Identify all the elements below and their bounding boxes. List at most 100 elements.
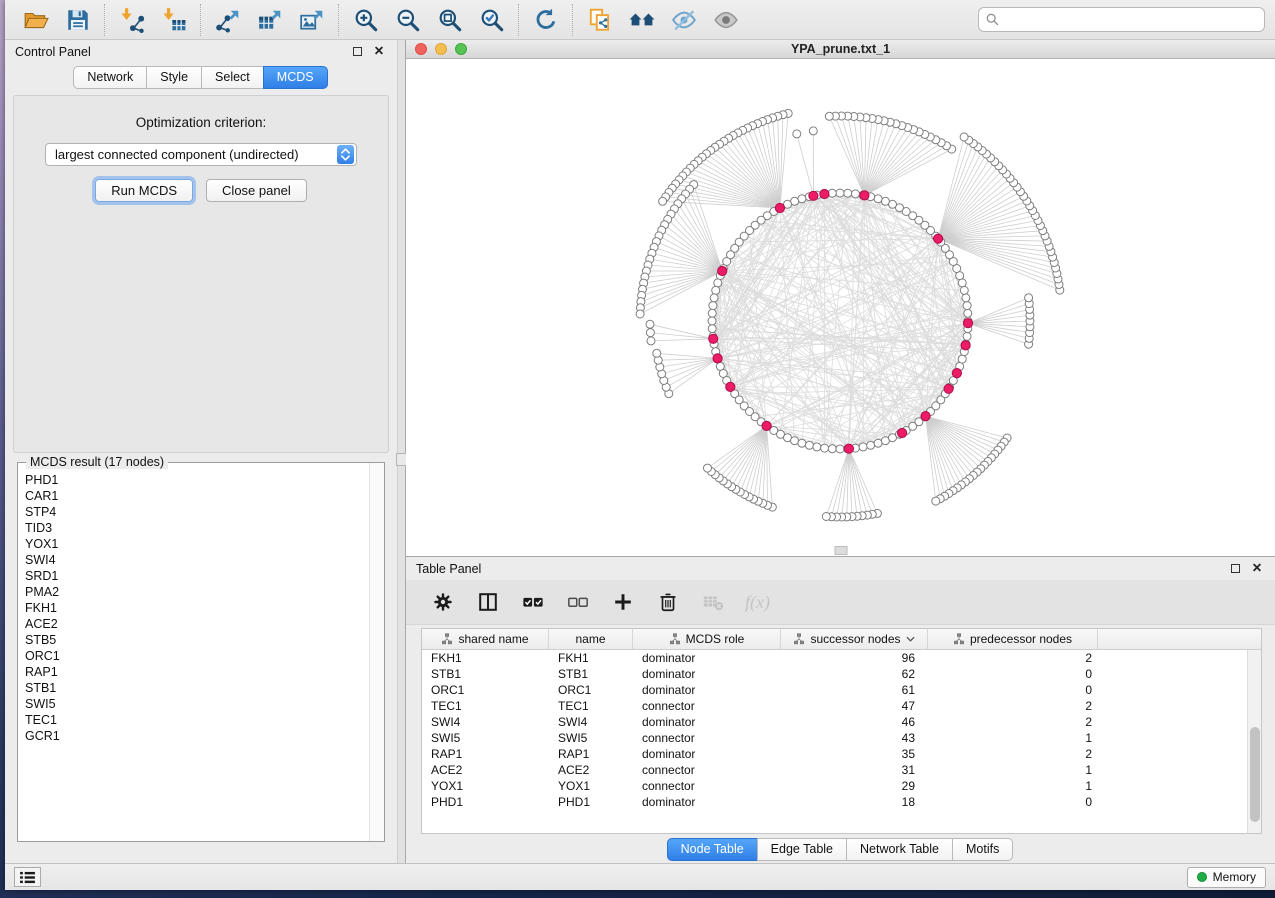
mcds-dominator-node[interactable] xyxy=(952,369,961,378)
tab-network-table[interactable]: Network Table xyxy=(846,838,953,861)
mcds-dominator-node[interactable] xyxy=(963,319,972,328)
table-row[interactable]: PHD1PHD1dominator180 xyxy=(422,794,1261,810)
result-node-item[interactable]: TID3 xyxy=(25,520,369,536)
leaf-node[interactable] xyxy=(659,197,667,205)
leaf-node[interactable] xyxy=(636,310,644,318)
table-row[interactable]: TEC1TEC1connector472 xyxy=(422,698,1261,714)
hide-selected-icon[interactable] xyxy=(670,6,697,33)
show-panels-button[interactable] xyxy=(14,867,41,887)
import-table-icon[interactable] xyxy=(160,6,187,33)
column-header-successor-nodes[interactable]: successor nodes xyxy=(781,629,928,649)
network-node[interactable] xyxy=(828,189,836,197)
table-row[interactable]: SWI4SWI4dominator462 xyxy=(422,714,1261,730)
column-header-shared-name[interactable]: shared name xyxy=(422,629,549,649)
refresh-view-icon[interactable] xyxy=(532,6,559,33)
close-window-icon[interactable] xyxy=(415,43,427,55)
column-header-predecessor-nodes[interactable]: predecessor nodes xyxy=(928,629,1098,649)
result-node-item[interactable]: ORC1 xyxy=(25,648,369,664)
tab-edge-table[interactable]: Edge Table xyxy=(757,838,847,861)
vertical-splitter[interactable] xyxy=(397,40,406,863)
leaf-node[interactable] xyxy=(822,513,830,521)
maximize-window-icon[interactable] xyxy=(455,43,467,55)
network-node[interactable] xyxy=(836,445,844,453)
mcds-result-list[interactable]: PHD1CAR1STP4TID3YOX1SWI4SRD1PMA2FKH1ACE2… xyxy=(18,463,369,841)
tab-node-table[interactable]: Node Table xyxy=(667,838,758,861)
mcds-dominator-node[interactable] xyxy=(820,189,829,198)
network-node[interactable] xyxy=(708,309,716,317)
network-node[interactable] xyxy=(708,317,716,325)
mcds-dominator-node[interactable] xyxy=(934,234,943,243)
leaf-node[interactable] xyxy=(825,112,833,120)
result-node-item[interactable]: SRD1 xyxy=(25,568,369,584)
network-node[interactable] xyxy=(958,279,966,287)
result-node-item[interactable]: PHD1 xyxy=(25,472,369,488)
result-node-item[interactable]: STP4 xyxy=(25,504,369,520)
table-scrollbar-thumb[interactable] xyxy=(1250,727,1260,822)
tab-mcds[interactable]: MCDS xyxy=(263,66,328,89)
network-window-titlebar[interactable]: YPA_prune.txt_1 xyxy=(406,40,1275,59)
network-node[interactable] xyxy=(710,294,718,302)
mcds-dominator-node[interactable] xyxy=(860,191,869,200)
leaf-node[interactable] xyxy=(793,130,801,138)
mcds-dominator-node[interactable] xyxy=(762,421,771,430)
network-node[interactable] xyxy=(964,309,972,317)
result-node-item[interactable]: SWI5 xyxy=(25,696,369,712)
network-node[interactable] xyxy=(712,286,720,294)
mcds-dominator-node[interactable] xyxy=(961,341,970,350)
network-node[interactable] xyxy=(844,189,852,197)
network-node[interactable] xyxy=(714,279,722,287)
search-input[interactable] xyxy=(1004,13,1257,27)
close-panel-button[interactable]: Close panel xyxy=(206,179,307,202)
network-node[interactable] xyxy=(709,302,717,310)
select-all-checks-icon[interactable] xyxy=(520,589,546,615)
leaf-node[interactable] xyxy=(646,320,654,328)
export-image-icon[interactable] xyxy=(298,6,325,33)
table-row[interactable]: RAP1RAP1dominator352 xyxy=(422,746,1261,762)
result-node-item[interactable]: YOX1 xyxy=(25,536,369,552)
result-node-item[interactable]: STB1 xyxy=(25,680,369,696)
zoom-fit-icon[interactable] xyxy=(436,6,463,33)
result-node-item[interactable]: SWI4 xyxy=(25,552,369,568)
network-node[interactable] xyxy=(791,437,799,445)
network-node[interactable] xyxy=(881,197,889,205)
column-layout-icon[interactable] xyxy=(475,589,501,615)
mcds-dominator-node[interactable] xyxy=(775,203,784,212)
export-table-icon[interactable] xyxy=(256,6,283,33)
result-node-item[interactable]: CAR1 xyxy=(25,488,369,504)
table-row[interactable]: ORC1ORC1dominator610 xyxy=(422,682,1261,698)
mcds-dominator-node[interactable] xyxy=(944,384,953,393)
horizontal-splitter-handle[interactable] xyxy=(834,546,847,555)
criterion-select[interactable]: largest connected component (undirected) xyxy=(45,143,357,166)
mcds-dominator-node[interactable] xyxy=(809,191,818,200)
network-node[interactable] xyxy=(708,325,716,333)
network-node[interactable] xyxy=(798,439,806,447)
first-neighbors-icon[interactable] xyxy=(628,6,655,33)
leaf-node[interactable] xyxy=(653,349,661,357)
close-table-panel-icon[interactable]: ✕ xyxy=(1249,561,1265,577)
close-panel-icon[interactable]: ✕ xyxy=(371,44,387,60)
network-node[interactable] xyxy=(963,332,971,340)
open-file-icon[interactable] xyxy=(22,6,49,33)
mcds-dominator-node[interactable] xyxy=(709,334,718,343)
network-canvas[interactable] xyxy=(406,59,1275,556)
table-row[interactable]: FKH1FKH1dominator962 xyxy=(422,650,1261,666)
network-node[interactable] xyxy=(836,189,844,197)
table-row[interactable]: STB1STB1dominator620 xyxy=(422,666,1261,682)
result-node-item[interactable]: STB5 xyxy=(25,632,369,648)
network-node[interactable] xyxy=(960,286,968,294)
show-all-icon[interactable] xyxy=(712,6,739,33)
minimize-window-icon[interactable] xyxy=(435,43,447,55)
table-scrollbar[interactable] xyxy=(1247,650,1261,833)
deselect-all-checks-icon[interactable] xyxy=(565,589,591,615)
zoom-selected-icon[interactable] xyxy=(478,6,505,33)
result-node-item[interactable]: PMA2 xyxy=(25,584,369,600)
leaf-node[interactable] xyxy=(960,133,968,141)
import-network-icon[interactable] xyxy=(118,6,145,33)
mcds-dominator-node[interactable] xyxy=(898,428,907,437)
network-node[interactable] xyxy=(859,443,867,451)
column-header-MCDS-role[interactable]: MCDS role xyxy=(633,629,781,649)
tab-style[interactable]: Style xyxy=(146,66,202,89)
leaf-node[interactable] xyxy=(647,337,655,345)
mcds-dominator-node[interactable] xyxy=(921,412,930,421)
network-node[interactable] xyxy=(813,443,821,451)
